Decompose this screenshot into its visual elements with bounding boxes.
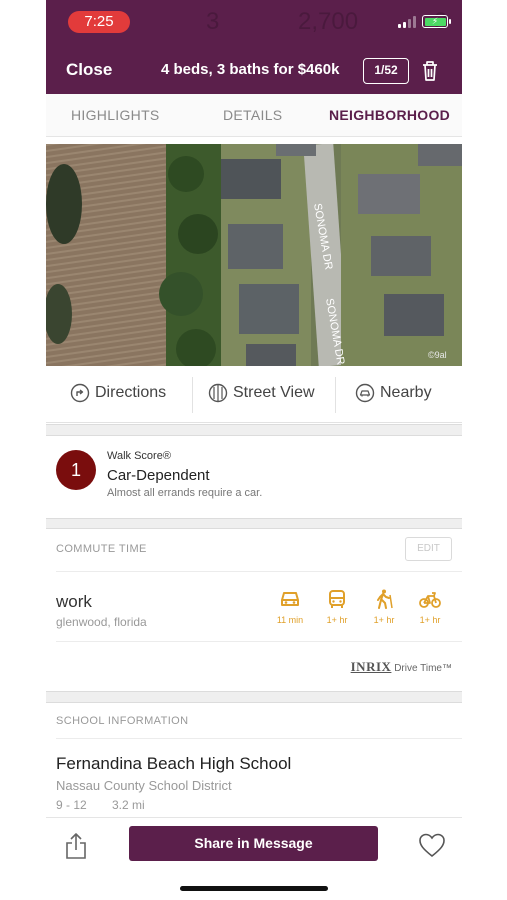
car-icon (281, 592, 299, 606)
tab-bar: HIGHLIGHTS DETAILS NEIGHBORHOOD (46, 94, 462, 137)
action-divider (335, 377, 336, 413)
divider (56, 571, 462, 572)
inrix-logo: INRIX (350, 659, 392, 674)
directions-button[interactable]: Directions (70, 383, 166, 403)
section-separator (46, 518, 462, 529)
tab-neighborhood[interactable]: NEIGHBORHOOD (329, 107, 450, 123)
status-icons: ⚡ (398, 15, 451, 28)
header-bar: 7:25 3 2,700 3 ⚡ Close 4 beds, 3 baths f… (46, 0, 462, 94)
map-actions: Directions Street View Nearby (46, 367, 462, 423)
directions-icon (70, 383, 90, 403)
inrix-label: Drive Time™ (394, 663, 452, 674)
school-name[interactable]: Fernandina Beach High School (56, 754, 291, 774)
bottom-bar: Share in Message (46, 817, 462, 900)
bike-time: 1+ hr (419, 615, 441, 625)
walk-score-label: Walk Score® (107, 450, 171, 462)
trash-icon[interactable] (419, 59, 441, 83)
car-time: 11 min (276, 615, 304, 625)
street-view-icon (208, 383, 228, 403)
tab-details[interactable]: DETAILS (223, 107, 282, 123)
walk-score-title: Car-Dependent (107, 467, 210, 484)
school-distance: 3.2 mi (112, 798, 145, 812)
status-time: 7:25 (68, 11, 130, 33)
commute-bike[interactable]: 1+ hr (413, 589, 447, 625)
action-divider (192, 377, 193, 413)
school-grades: 9 - 12 (56, 798, 87, 812)
commute-section: COMMUTE TIME EDIT work glenwood, florida… (46, 529, 462, 691)
signal-icon (398, 15, 416, 28)
commute-bus[interactable]: 1+ hr (320, 589, 354, 625)
satellite-map[interactable]: SONOMA DR SONOMA DR ©9al (46, 144, 462, 366)
walk-score-description: Almost all errands require a car. (107, 487, 263, 499)
walk-score-badge: 1 (56, 450, 96, 490)
walk-score-card[interactable]: 1 Walk Score® Car-Dependent Almost all e… (46, 436, 462, 518)
divider (56, 641, 462, 642)
school-district: Nassau County School District (56, 778, 232, 793)
street-view-label: Street View (233, 384, 315, 401)
commute-walk[interactable]: 1+ hr (367, 589, 401, 625)
commute-edit-button[interactable]: EDIT (405, 537, 452, 561)
section-separator (46, 691, 462, 703)
ghost-text-right: 2,700 (298, 8, 359, 35)
divider (56, 738, 462, 739)
school-heading: SCHOOL INFORMATION (56, 715, 189, 727)
walk-icon (377, 589, 393, 609)
inrix-attribution: INRIX Drive Time™ (351, 659, 452, 675)
listing-screen: 7:25 3 2,700 3 ⚡ Close 4 beds, 3 baths f… (46, 0, 462, 900)
share-icon[interactable] (64, 832, 88, 860)
street-view-button[interactable]: Street View (208, 383, 315, 403)
directions-label: Directions (95, 384, 167, 401)
heart-icon[interactable] (418, 832, 446, 858)
nearby-icon (355, 383, 375, 403)
school-section: SCHOOL INFORMATION Fernandina Beach High… (46, 703, 462, 823)
close-button[interactable]: Close (66, 60, 112, 80)
section-separator (46, 424, 462, 436)
bus-time: 1+ hr (326, 615, 348, 625)
commute-heading: COMMUTE TIME (56, 543, 147, 555)
commute-car[interactable]: 11 min (273, 589, 307, 625)
listing-title: 4 beds, 3 baths for $460k (161, 61, 340, 78)
commute-destination: work (56, 592, 92, 611)
commute-location: glenwood, florida (56, 615, 147, 629)
home-indicator[interactable] (180, 886, 328, 891)
share-in-message-button[interactable]: Share in Message (129, 826, 378, 861)
battery-icon: ⚡ (422, 15, 451, 28)
nearby-label: Nearby (380, 384, 432, 401)
walk-time: 1+ hr (373, 615, 395, 625)
map-watermark: ©9al (428, 350, 447, 360)
listing-counter[interactable]: 1/52 (363, 58, 409, 84)
ghost-text-left: 3 (206, 8, 220, 35)
nearby-button[interactable]: Nearby (355, 383, 432, 403)
tab-highlights[interactable]: HIGHLIGHTS (71, 107, 160, 123)
bike-icon (419, 592, 441, 608)
bus-icon (329, 590, 345, 608)
